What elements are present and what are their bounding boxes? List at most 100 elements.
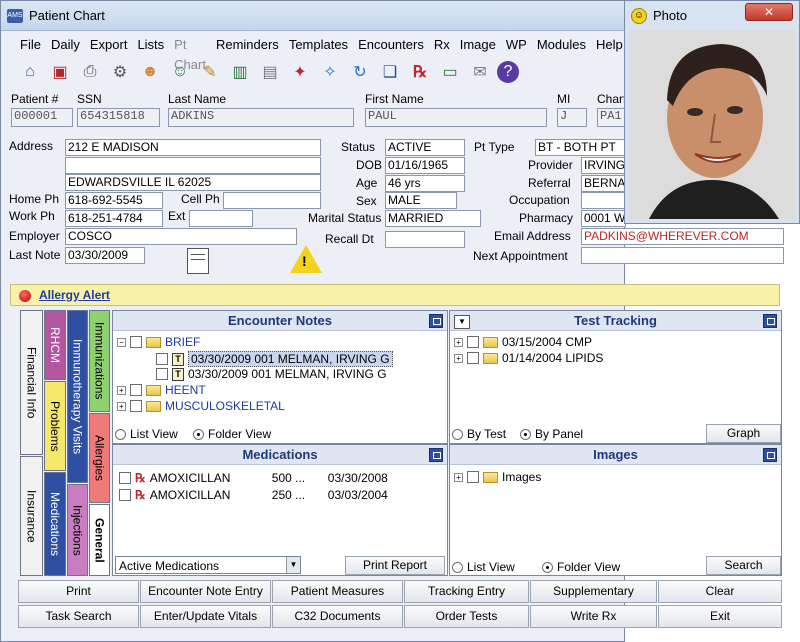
write-rx-button[interactable]: Write Rx xyxy=(530,605,657,628)
work-ph-field[interactable]: 618-251-4784 xyxy=(65,210,163,227)
menu-encounters[interactable]: Encounters xyxy=(353,35,429,55)
radio-list-view[interactable] xyxy=(115,428,126,440)
marital-field[interactable]: MARRIED xyxy=(385,210,481,227)
dropdown-arrow-icon[interactable]: ▼ xyxy=(454,315,470,329)
list-view-option[interactable]: List View xyxy=(115,427,178,441)
by-panel-option[interactable]: By Panel xyxy=(520,427,583,441)
email-field[interactable]: PADKINS@WHEREVER.COM xyxy=(581,228,784,245)
tree-folder-images[interactable]: + Images xyxy=(454,470,541,484)
patient-icon[interactable]: ☻ xyxy=(137,59,163,85)
city-field[interactable]: EDWARDSVILLE IL 62025 xyxy=(65,174,321,191)
medication-row[interactable]: ℞ AMOXICILLAN 250 ... 03/03/2004 xyxy=(119,488,388,502)
employer-field[interactable]: COSCO xyxy=(65,228,297,245)
home-ph-field[interactable]: 618-692-5545 xyxy=(65,192,163,209)
tree-note-item[interactable]: T 03/30/2009 001 MELMAN, IRVING G xyxy=(156,351,393,367)
checkbox[interactable] xyxy=(119,472,131,484)
printer-icon[interactable]: ⎙ xyxy=(77,59,103,85)
clipboard-icon[interactable]: ▤ xyxy=(257,59,283,85)
maximize-button[interactable] xyxy=(763,448,777,462)
chart-field[interactable]: PA1 xyxy=(597,108,626,127)
task-search-button[interactable]: Task Search xyxy=(18,605,139,628)
menu-rx[interactable]: Rx xyxy=(429,35,455,55)
ssn-field[interactable]: 654315818 xyxy=(77,108,160,127)
expand-icon[interactable]: + xyxy=(454,337,463,347)
close-button[interactable]: ✕ xyxy=(745,3,793,21)
folder-view-option[interactable]: Folder View xyxy=(542,560,620,574)
menu-help[interactable]: Help xyxy=(591,35,628,55)
tab-medications[interactable]: Medications xyxy=(44,472,66,576)
radio-folder-view[interactable] xyxy=(542,561,553,573)
checkbox[interactable] xyxy=(467,352,479,364)
medication-row[interactable]: ℞ AMOXICILLAN 500 ... 03/30/2008 xyxy=(119,471,388,485)
menu-modules[interactable]: Modules xyxy=(532,35,591,55)
menu-file[interactable]: File xyxy=(15,35,46,55)
menu-lists[interactable]: Lists xyxy=(132,35,169,55)
ext-field[interactable] xyxy=(189,210,253,227)
patient-no-field[interactable]: 000001 xyxy=(11,108,73,127)
tree-folder-test[interactable]: + 01/14/2004 LIPIDS xyxy=(454,351,603,365)
status-field[interactable]: ACTIVE xyxy=(385,139,465,156)
tab-financial-info[interactable]: Financial Info xyxy=(20,310,43,455)
save-icon[interactable]: ▣ xyxy=(47,59,73,85)
tab-rhcm[interactable]: RHCM xyxy=(44,310,66,380)
book-icon[interactable]: ❑ xyxy=(377,59,403,85)
provider-field[interactable]: IRVING xyxy=(581,157,626,174)
by-test-option[interactable]: By Test xyxy=(452,427,506,441)
maximize-button[interactable] xyxy=(429,448,443,462)
menu-export[interactable]: Export xyxy=(85,35,133,55)
pt-type-field[interactable]: BT - BOTH PT xyxy=(535,139,626,156)
referral-field[interactable]: BERNAR xyxy=(581,175,626,192)
mi-field[interactable]: J xyxy=(557,108,587,127)
supplementary-button[interactable]: Supplementary xyxy=(530,580,657,603)
tab-immunizations[interactable]: Immunizations xyxy=(89,310,110,412)
checkbox[interactable] xyxy=(130,336,142,348)
home-icon[interactable]: ⌂ xyxy=(17,59,43,85)
radio-by-panel[interactable] xyxy=(520,428,531,440)
dob-field[interactable]: 01/16/1965 xyxy=(385,157,465,174)
checkbox[interactable] xyxy=(156,368,168,380)
expand-icon[interactable]: − xyxy=(117,337,126,347)
help-icon[interactable]: ? xyxy=(497,61,519,83)
checkbox[interactable] xyxy=(467,336,479,348)
expand-icon[interactable]: + xyxy=(117,401,126,411)
search-button[interactable]: Search xyxy=(706,556,781,575)
enter-update-vitals-button[interactable]: Enter/Update Vitals xyxy=(140,605,271,628)
tree-folder-musculoskeletal[interactable]: + MUSCULOSKELETAL xyxy=(117,399,285,413)
next-appt-field[interactable] xyxy=(581,247,784,264)
order-tests-button[interactable]: Order Tests xyxy=(404,605,529,628)
maximize-button[interactable] xyxy=(763,314,777,328)
tree-folder-test[interactable]: + 03/15/2004 CMP xyxy=(454,335,592,349)
checkbox[interactable] xyxy=(119,489,131,501)
graph-button[interactable]: Graph xyxy=(706,424,781,443)
radio-folder-view[interactable] xyxy=(193,428,204,440)
tree-note-item[interactable]: T 03/30/2009 001 MELMAN, IRVING G xyxy=(156,367,387,381)
print-button[interactable]: Print xyxy=(18,580,139,603)
chevron-down-icon[interactable]: ▼ xyxy=(286,557,300,573)
sex-field[interactable]: MALE xyxy=(385,192,457,209)
menu-reminders[interactable]: Reminders xyxy=(211,35,284,55)
list-view-option[interactable]: List View xyxy=(452,560,515,574)
title-bar[interactable]: AMS Patient Chart xyxy=(1,1,626,31)
tab-allergies[interactable]: Allergies xyxy=(89,413,110,503)
tab-general[interactable]: General xyxy=(89,504,110,576)
expand-icon[interactable]: + xyxy=(117,385,126,395)
c32-documents-button[interactable]: C32 Documents xyxy=(272,605,403,628)
folder-view-option[interactable]: Folder View xyxy=(193,427,271,441)
add-patient-icon[interactable]: ☺ xyxy=(167,59,193,85)
last-name-field[interactable]: ADKINS xyxy=(168,108,354,127)
notepad-icon[interactable]: ✎ xyxy=(197,59,223,85)
checkbox[interactable] xyxy=(130,400,142,412)
occupation-field[interactable] xyxy=(581,192,626,209)
cell-ph-field[interactable] xyxy=(223,192,321,209)
tab-injections[interactable]: Injections xyxy=(67,484,88,576)
menu-daily[interactable]: Daily xyxy=(46,35,85,55)
recall-field[interactable] xyxy=(385,231,465,248)
maximize-button[interactable] xyxy=(429,314,443,328)
pharmacy-field[interactable]: 0001 W xyxy=(581,210,626,227)
tree-folder-heent[interactable]: + HEENT xyxy=(117,383,206,397)
refresh-icon[interactable]: ↻ xyxy=(347,59,373,85)
checkbox[interactable] xyxy=(467,471,479,483)
first-name-field[interactable]: PAUL xyxy=(365,108,547,127)
tab-insurance[interactable]: Insurance xyxy=(20,456,43,576)
rx-icon[interactable]: ℞ xyxy=(407,59,433,85)
